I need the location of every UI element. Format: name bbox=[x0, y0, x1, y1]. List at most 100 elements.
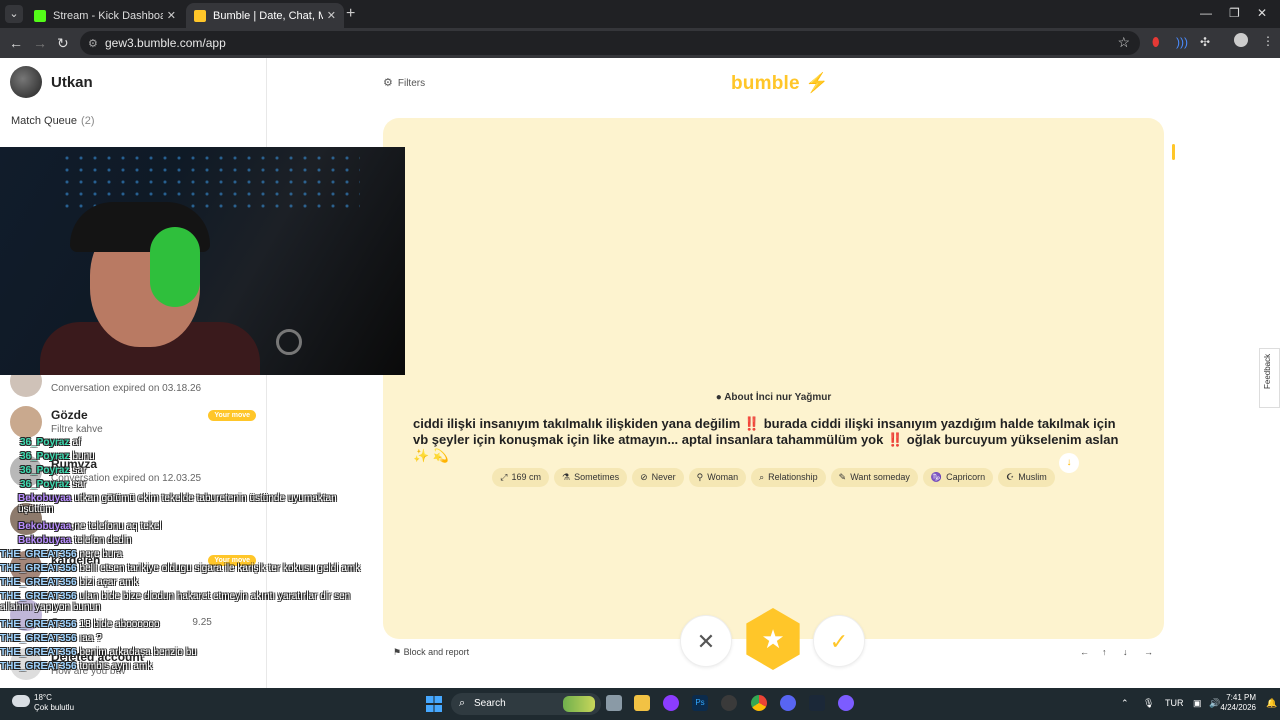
conversation-name: Gözde bbox=[51, 408, 88, 422]
chat-line: 36_Poyraz bunu bbox=[20, 451, 95, 462]
chat-user: 36_Poyraz bbox=[20, 437, 70, 448]
network-icon[interactable]: ▣ bbox=[1193, 698, 1202, 709]
block-label: Block and report bbox=[403, 647, 470, 657]
match-queue-header: Match Queue (2) bbox=[11, 115, 95, 127]
chevron-up-icon[interactable]: ⌃ bbox=[1121, 698, 1129, 709]
chat-message: ıaa ? bbox=[79, 633, 102, 644]
close-tab-icon[interactable]: ✕ bbox=[327, 9, 336, 22]
search-icon: ⌕ bbox=[759, 472, 765, 482]
extension-audio-icon[interactable]: ))) bbox=[1176, 35, 1188, 49]
tag-label: Sometimes bbox=[574, 472, 620, 482]
conversation-subtitle: Conversation expired on 03.18.26 bbox=[51, 383, 202, 394]
extensions-puzzle-icon[interactable]: ✣ bbox=[1200, 35, 1210, 49]
cloud-icon[interactable] bbox=[12, 695, 30, 707]
avatar[interactable] bbox=[10, 66, 42, 98]
profile-card: ● About İnci nur Yağmur ciddi ilişki ins… bbox=[383, 118, 1164, 639]
chat-user: THE_GREAT356 bbox=[0, 661, 77, 672]
chat-line: Bekobuyaa utkan götümü ekim tekelde tabur… bbox=[18, 493, 348, 515]
chat-user: 36_Poyraz bbox=[20, 465, 70, 476]
tag-label: Want someday bbox=[850, 472, 910, 482]
forward-icon[interactable]: → bbox=[33, 35, 47, 51]
chat-message: benim arkadaşa benzio bu bbox=[79, 647, 197, 658]
profile-bio: ciddi ilişki insanıyım takılmalık ilişki… bbox=[413, 416, 1119, 463]
flag-icon: ⚑ bbox=[393, 647, 404, 657]
arrow-left-hint-icon: ← bbox=[1080, 647, 1089, 657]
chat-user: 36_Poyraz bbox=[20, 479, 70, 490]
tab-bumble[interactable]: Bumble | Date, Chat, Meet New ✕ bbox=[186, 3, 344, 28]
browser-tab-bar: ⌄ Stream - Kick Dashboard ✕ Bumble | Dat… bbox=[0, 0, 1280, 28]
clock-date: 4/24/2026 bbox=[1220, 703, 1256, 712]
minimize-icon[interactable]: — bbox=[1200, 6, 1212, 20]
back-icon[interactable]: ← bbox=[9, 35, 23, 51]
block-report-link[interactable]: ⚑ Block and report bbox=[393, 647, 469, 658]
tab-kick-dashboard[interactable]: Stream - Kick Dashboard ✕ bbox=[26, 3, 184, 28]
search-input[interactable]: ⌕ Search bbox=[451, 693, 601, 715]
discord-icon[interactable] bbox=[780, 695, 796, 711]
close-window-icon[interactable]: ✕ bbox=[1257, 6, 1267, 20]
windows-start-icon[interactable] bbox=[426, 696, 442, 712]
chrome-icon[interactable] bbox=[751, 695, 767, 711]
app-purple-icon[interactable] bbox=[663, 695, 679, 711]
volume-icon[interactable]: 🔊 bbox=[1209, 698, 1220, 709]
extension-red-icon[interactable]: ⬮ bbox=[1152, 35, 1160, 50]
chat-line: 36_Poyraz sar bbox=[20, 479, 86, 490]
close-tab-icon[interactable]: ✕ bbox=[167, 9, 176, 22]
chat-line: Bekobuyaa telefon dedin bbox=[18, 535, 132, 546]
chat-message: sar bbox=[72, 465, 87, 476]
steam-icon[interactable] bbox=[809, 695, 825, 711]
app-violet-icon[interactable] bbox=[838, 695, 854, 711]
more-menu-icon[interactable]: ⋮ bbox=[1262, 34, 1274, 48]
new-tab-button[interactable]: + bbox=[346, 5, 355, 23]
language-indicator[interactable]: TUR bbox=[1165, 698, 1184, 708]
tag-looking-for: ⌕ Relationship bbox=[751, 468, 826, 487]
profile-avatar-icon[interactable] bbox=[1234, 33, 1248, 47]
chat-user: THE_GREAT356 bbox=[0, 647, 77, 658]
notification-bell-icon[interactable]: 🔔 bbox=[1266, 698, 1277, 709]
feedback-tab[interactable]: Feedback bbox=[1259, 348, 1280, 408]
bumble-favicon-icon bbox=[194, 9, 206, 22]
chat-user: Bekobuyaa bbox=[18, 521, 72, 532]
tag-label: Woman bbox=[707, 472, 739, 482]
chat-message: bunu bbox=[72, 451, 95, 462]
photoshop-icon[interactable]: Ps bbox=[692, 695, 708, 711]
search-label: Search bbox=[474, 698, 506, 709]
filters-button[interactable]: ⚙ Filters bbox=[383, 76, 425, 89]
restore-icon[interactable]: ❐ bbox=[1229, 6, 1240, 20]
weather-text: Çok bulutlu bbox=[34, 703, 75, 712]
url-field[interactable]: ⚙ gew3.bumble.com/app ☆ bbox=[80, 31, 1140, 55]
chat-user: THE_GREAT356 bbox=[0, 577, 77, 588]
chat-message: bizi açar amk bbox=[79, 577, 139, 588]
tab-search-button[interactable]: ⌄ bbox=[5, 5, 23, 23]
chat-message: sar bbox=[72, 479, 87, 490]
reload-icon[interactable]: ↻ bbox=[57, 35, 69, 52]
gender-icon: ⚲ bbox=[696, 472, 704, 482]
zodiac-icon: ♑ bbox=[930, 472, 943, 482]
about-section-title: ● About İnci nur Yağmur bbox=[383, 392, 1164, 403]
chat-message: af bbox=[72, 437, 81, 448]
tab-title: Bumble | Date, Chat, Meet New bbox=[213, 9, 323, 22]
tag-gender: ⚲ Woman bbox=[688, 468, 747, 487]
task-view-icon[interactable] bbox=[606, 695, 622, 711]
like-button[interactable]: ✓ bbox=[813, 615, 865, 667]
site-info-icon[interactable]: ⚙ bbox=[88, 37, 98, 50]
chat-user: THE_GREAT356 bbox=[0, 549, 77, 560]
brand-text: bumble bbox=[731, 73, 800, 94]
obs-icon[interactable] bbox=[721, 695, 737, 711]
microphone-icon[interactable]: 🎙 bbox=[1143, 698, 1154, 709]
weather-widget[interactable]: 18°C Çok bulutlu bbox=[34, 693, 74, 713]
pass-button[interactable]: ✕ bbox=[680, 615, 732, 667]
chat-user: Bekobuyaa bbox=[18, 493, 72, 504]
filters-label: Filters bbox=[397, 78, 426, 89]
chat-user: THE_GREAT356 bbox=[0, 619, 77, 630]
card-scroll-indicator[interactable] bbox=[1172, 144, 1175, 160]
scroll-down-button[interactable]: ↓ bbox=[1059, 453, 1079, 473]
profile-tags: ⤢ 169 cm ⚗ Sometimes ⊘ Never ⚲ Woman ⌕ Relati… bbox=[383, 468, 1164, 487]
file-explorer-icon[interactable] bbox=[634, 695, 650, 711]
bookmark-star-icon[interactable]: ☆ bbox=[1117, 34, 1130, 51]
chat-line: THE_GREAT356 18 bide aboooooo bbox=[0, 619, 160, 630]
clock[interactable]: 7:41 PM 4/24/2026 bbox=[1220, 693, 1256, 713]
temperature: 18°C bbox=[34, 693, 52, 702]
chat-message: ne telefonu aq tekel bbox=[74, 521, 162, 532]
about-title-text: About İnci nur Yağmur bbox=[724, 392, 832, 403]
chat-message: telefon dedin bbox=[74, 535, 132, 546]
